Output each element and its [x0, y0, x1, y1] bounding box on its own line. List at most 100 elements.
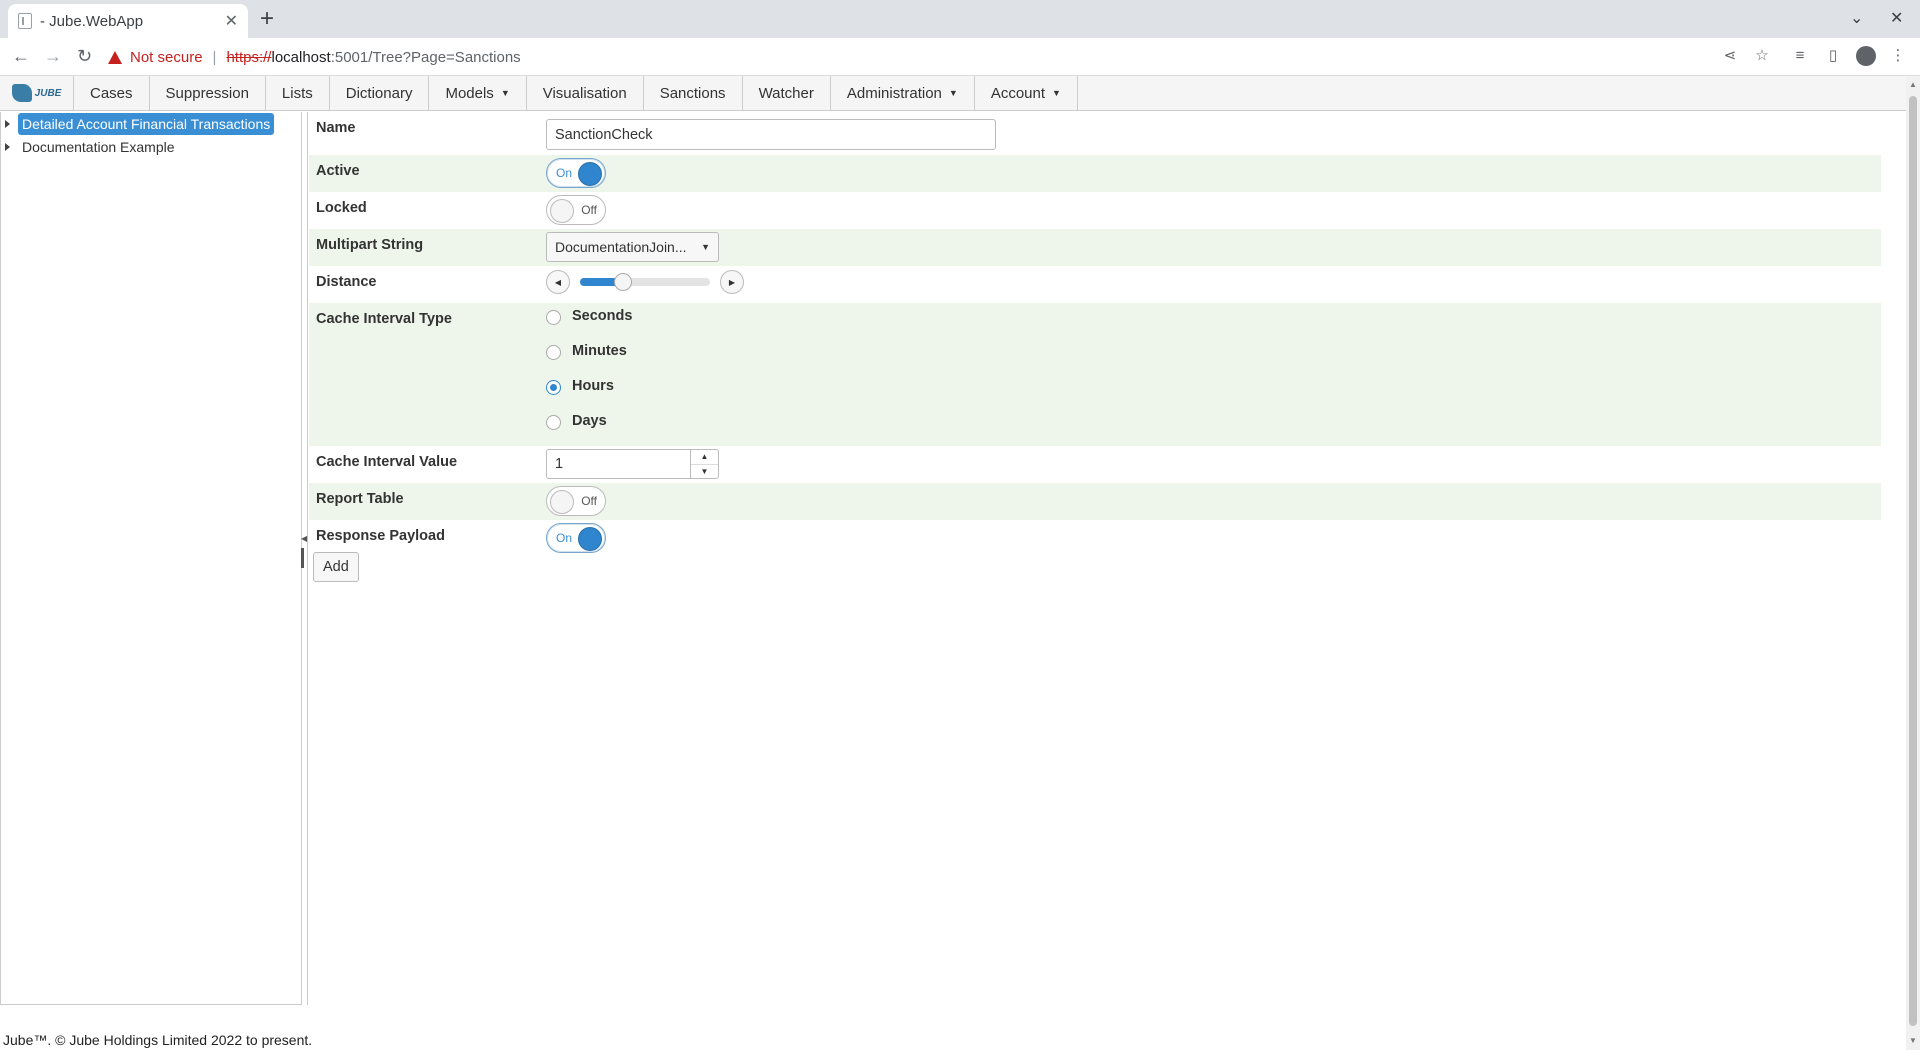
nav-suppression[interactable]: Suppression	[150, 76, 266, 110]
scroll-up-icon[interactable]: ▲	[1909, 80, 1917, 89]
scroll-down-icon[interactable]: ▼	[1909, 1036, 1917, 1045]
multipart-label: Multipart String	[316, 237, 424, 253]
sanction-form: Name Active On Locked Off Multipart Stri…	[309, 112, 1881, 1005]
name-input[interactable]	[546, 119, 996, 150]
expand-arrow-icon[interactable]	[5, 143, 10, 151]
nav-sanctions[interactable]: Sanctions	[644, 76, 743, 110]
nav-label: Suppression	[165, 84, 249, 102]
browser-menu-icon[interactable]: ⋮	[1890, 48, 1906, 64]
nav-label: Administration	[846, 84, 942, 102]
address-separator: |	[212, 48, 217, 66]
cache-value-label: Cache Interval Value	[316, 454, 458, 470]
distance-slider[interactable]	[580, 273, 710, 291]
scrollbar-thumb[interactable]	[1909, 96, 1917, 1026]
toggle-state-text: On	[556, 166, 573, 180]
row-name: Name	[309, 112, 1881, 150]
row-response-payload: Response Payload On	[309, 520, 1881, 557]
nav-visualisation[interactable]: Visualisation	[527, 76, 644, 110]
radio-label: Days	[572, 412, 607, 429]
dropdown-caret-icon: ▼	[500, 88, 510, 98]
window-close-icon[interactable]: ✕	[1890, 8, 1903, 28]
active-toggle[interactable]: On	[546, 158, 606, 188]
browser-toolbar: ← → ↻ Not secure | https:// localhost :5…	[0, 38, 1920, 76]
dropdown-caret-icon: ▼	[1052, 88, 1061, 98]
active-label: Active	[316, 163, 360, 179]
tree-node-label[interactable]: Documentation Example	[18, 136, 179, 158]
report-table-toggle[interactable]: Off	[546, 486, 606, 516]
slider-decrease-button[interactable]: ◀	[546, 270, 570, 294]
expand-arrow-icon[interactable]	[5, 120, 10, 128]
tab-close-icon[interactable]: ✕	[225, 11, 238, 31]
chevron-down-icon: ▼	[701, 242, 710, 252]
response-payload-toggle[interactable]: On	[546, 523, 606, 553]
tree-node-label[interactable]: Detailed Account Financial Transactions	[18, 113, 275, 135]
back-arrow-icon[interactable]: ←	[12, 46, 30, 66]
collapse-arrow-icon[interactable]: ◀	[301, 534, 307, 543]
toggle-knob	[578, 527, 602, 551]
url-path: :5001/Tree?Page=Sanctions	[330, 48, 521, 66]
nav-lists[interactable]: Lists	[266, 76, 330, 110]
share-icon[interactable]: ⋖	[1722, 48, 1738, 64]
spin-up-icon[interactable]: ▲	[691, 450, 718, 465]
side-panel-icon[interactable]: ▯	[1825, 48, 1841, 64]
cache-type-label: Cache Interval Type	[316, 311, 452, 327]
tree-node[interactable]: Documentation Example	[5, 136, 179, 158]
cache-value-stepper[interactable]: ▲ ▼	[546, 449, 719, 479]
multipart-selected-value: DocumentationJoin...	[555, 239, 687, 255]
profile-avatar-icon[interactable]	[1856, 46, 1876, 66]
radio-button[interactable]	[546, 310, 561, 325]
page-scrollbar[interactable]: ▲ ▼	[1906, 76, 1920, 1050]
radio-button[interactable]	[546, 415, 561, 430]
slider-thumb[interactable]	[613, 273, 632, 291]
nav-label: Account	[990, 84, 1046, 102]
nav-administration[interactable]: Administration ▼	[831, 76, 975, 110]
row-multipart-string: Multipart String DocumentationJoin... ▼	[309, 229, 1881, 266]
tab-title: - Jube.WebApp	[40, 12, 144, 30]
toggle-knob	[550, 490, 574, 514]
name-label: Name	[316, 120, 356, 136]
tree-node[interactable]: Detailed Account Financial Transactions	[5, 113, 275, 135]
nav-cases[interactable]: Cases	[74, 76, 150, 110]
forward-arrow-icon[interactable]: →	[44, 46, 62, 66]
toggle-state-text: Off	[581, 494, 597, 508]
locked-toggle[interactable]: Off	[546, 195, 606, 225]
nav-watcher[interactable]: Watcher	[743, 76, 831, 110]
new-tab-button[interactable]: +	[260, 6, 274, 32]
radio-label: Hours	[572, 377, 614, 394]
media-controls-icon[interactable]: ≡	[1792, 48, 1808, 64]
browser-tab-strip: - Jube.WebApp ✕ + ⌄ ✕	[0, 0, 1920, 38]
model-tree: Detailed Account Financial Transactions …	[0, 112, 302, 1005]
cache-value-input[interactable]	[547, 450, 690, 478]
nav-models[interactable]: Models ▼	[429, 76, 527, 110]
nav-label: Watcher	[758, 84, 814, 102]
slider-increase-button[interactable]: ▶	[720, 270, 744, 294]
radio-hours[interactable]: Hours	[546, 376, 614, 395]
response-payload-label: Response Payload	[316, 528, 445, 544]
radio-seconds[interactable]: Seconds	[546, 306, 632, 325]
nav-account[interactable]: Account ▼	[975, 76, 1078, 110]
radio-button[interactable]	[546, 345, 561, 360]
splitter-handle[interactable]	[301, 548, 304, 568]
tab-search-chevron-icon[interactable]: ⌄	[1850, 8, 1863, 28]
jube-logo[interactable]: JUBE	[0, 76, 74, 110]
radio-label: Minutes	[572, 342, 627, 359]
locked-label: Locked	[316, 200, 367, 216]
radio-days[interactable]: Days	[546, 411, 607, 430]
page-favicon-icon	[18, 13, 32, 29]
distance-label: Distance	[316, 274, 377, 290]
jube-logo-icon	[11, 84, 32, 102]
reload-icon[interactable]: ↻	[77, 46, 92, 66]
address-bar[interactable]: Not secure | https:// localhost :5001/Tr…	[108, 42, 1778, 72]
logo-text: JUBE	[34, 87, 62, 99]
nav-dictionary[interactable]: Dictionary	[330, 76, 430, 110]
spinner: ▲ ▼	[690, 450, 718, 478]
add-button[interactable]: Add	[313, 552, 359, 582]
footer-copyright: Jube™. © Jube Holdings Limited 2022 to p…	[3, 1032, 313, 1048]
radio-button[interactable]	[546, 380, 561, 395]
radio-minutes[interactable]: Minutes	[546, 341, 627, 360]
spin-down-icon[interactable]: ▼	[691, 465, 718, 479]
url-scheme: https://	[226, 48, 272, 66]
browser-tab[interactable]: - Jube.WebApp ✕	[8, 4, 248, 38]
multipart-select[interactable]: DocumentationJoin... ▼	[546, 232, 719, 262]
bookmark-star-icon[interactable]: ☆	[1754, 48, 1770, 64]
